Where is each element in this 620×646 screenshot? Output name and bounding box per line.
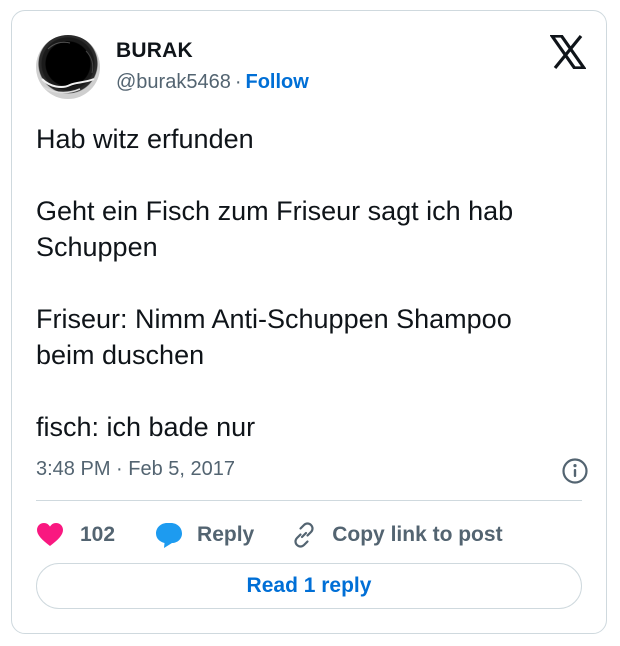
speech-bubble-icon [156,523,183,548]
tweet-card: BURAK @burak5468 · Follow Hab witz erfunde… [11,10,607,634]
tweet-timestamp[interactable]: 3:48 PM · Feb 5, 2017 [36,458,235,481]
tweet-text: Hab witz erfunden Geht ein Fisch zum Fri… [36,121,586,445]
author-name[interactable]: BURAK [116,39,193,63]
author-handle[interactable]: @burak5468 [116,71,231,93]
info-icon[interactable] [561,457,589,485]
tweet-line: Schuppen [36,232,158,262]
author-handle-row: @burak5468 · Follow [116,71,309,94]
reply-button[interactable]: Reply [155,521,254,549]
heart-icon [37,523,63,546]
separator-dot: · [234,71,242,93]
avatar[interactable] [36,35,100,99]
x-logo-icon[interactable] [550,35,586,69]
tweet-line: Geht ein Fisch zum Friseur sagt ich hab [36,196,514,226]
copy-link-button[interactable]: Copy link to post [290,521,503,549]
read-replies-button[interactable]: Read 1 reply [36,563,582,609]
like-button[interactable]: 102 [36,522,115,548]
tweet-line: fisch: ich bade nur [36,412,256,442]
follow-link[interactable]: Follow [246,71,309,93]
link-icon [294,522,314,548]
action-bar: 102 Reply Copy link to post [36,515,503,555]
tweet-line: Friseur: Nimm Anti-Schuppen Shampoo [36,304,512,334]
tweet-line: beim duschen [36,340,205,370]
copy-link-label: Copy link to post [332,523,503,546]
divider [36,500,582,501]
reply-label: Reply [197,523,255,546]
like-count: 102 [80,523,116,546]
tweet-line: Hab witz erfunden [36,124,254,154]
